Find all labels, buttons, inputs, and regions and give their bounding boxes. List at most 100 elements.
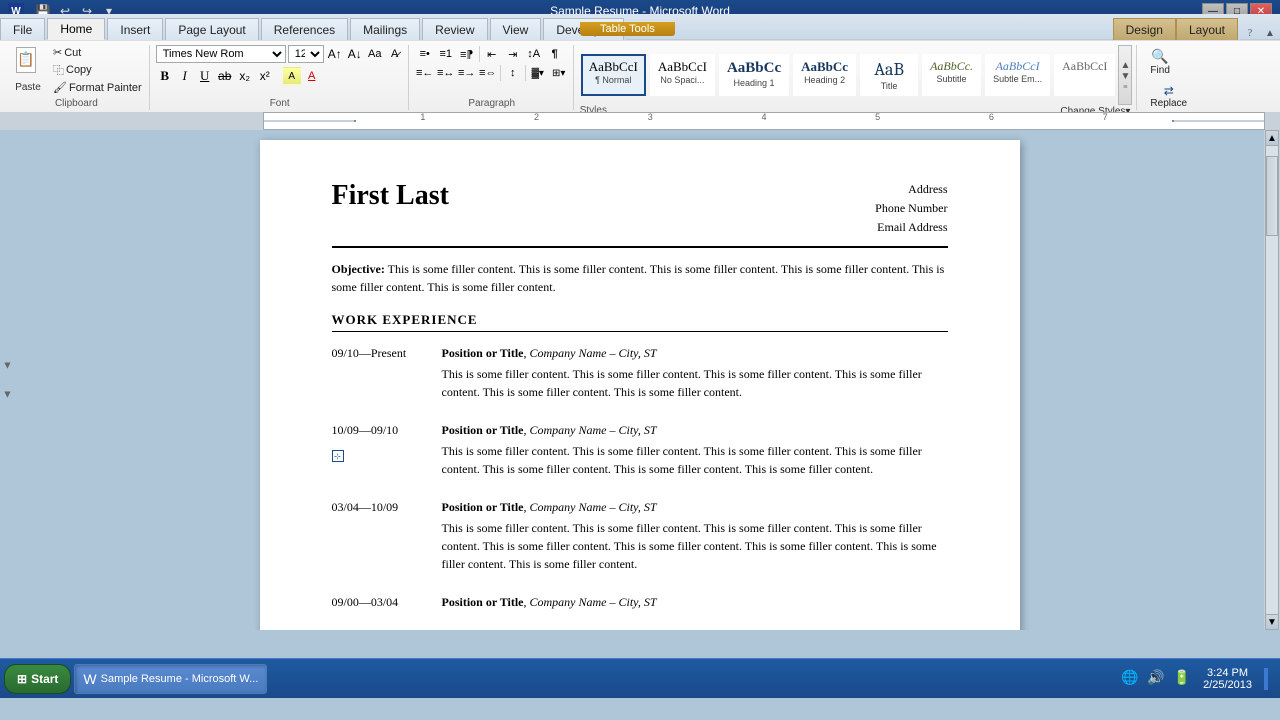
tab-file[interactable]: File bbox=[0, 18, 45, 40]
style-no-spacing[interactable]: AaBbCcI No Spaci... bbox=[650, 54, 715, 97]
work-details-2: Position or Title, Company Name – City, … bbox=[442, 421, 948, 478]
editing-group: 🔍 Find ⇄ Replace ↗ Select Editing bbox=[1139, 45, 1219, 110]
subscript-button[interactable]: x₂ bbox=[236, 67, 254, 85]
italic-button[interactable]: I bbox=[176, 67, 194, 85]
work-title-4: Position or Title, Company Name – City, … bbox=[442, 593, 948, 611]
text-highlight-button[interactable]: A bbox=[283, 67, 301, 85]
windows-icon: ⊞ bbox=[17, 672, 27, 686]
style-more[interactable]: AaBbCcI bbox=[1054, 54, 1115, 97]
tab-layout[interactable]: Layout bbox=[1176, 18, 1238, 40]
resume-contact: Address Phone Number Email Address bbox=[875, 180, 947, 238]
style-more-preview: AaBbCcI bbox=[1062, 59, 1107, 73]
style-no-spacing-preview: AaBbCcI bbox=[658, 59, 707, 75]
style-normal[interactable]: AaBbCcI ¶ Normal bbox=[581, 54, 646, 97]
taskbar: ⊞ Start W Sample Resume - Microsoft W...… bbox=[0, 658, 1280, 698]
work-details-3: Position or Title, Company Name – City, … bbox=[442, 498, 948, 573]
work-desc-3: This is some filler content. This is som… bbox=[442, 519, 948, 573]
align-right-btn[interactable]: ≡→ bbox=[457, 64, 477, 82]
work-entry-4: 09/00—03/04 Position or Title, Company N… bbox=[332, 593, 948, 614]
show-desktop-btn[interactable] bbox=[1264, 668, 1268, 690]
vertical-scrollbar[interactable]: ▲ ▼ bbox=[1264, 130, 1280, 630]
work-details-4: Position or Title, Company Name – City, … bbox=[442, 593, 948, 614]
tab-view[interactable]: View bbox=[490, 18, 542, 40]
bullets-btn[interactable]: ≡• bbox=[415, 45, 435, 63]
multilevel-btn[interactable]: ≡⁋ bbox=[457, 45, 477, 63]
ruler-main[interactable]: 1234567 bbox=[263, 112, 1265, 130]
resume-name: First Last bbox=[332, 180, 449, 212]
style-heading1[interactable]: AaBbCc Heading 1 bbox=[719, 54, 789, 97]
work-title-1: Position or Title, Company Name – City, … bbox=[442, 344, 948, 362]
shading-btn[interactable]: ▓▾ bbox=[528, 64, 548, 82]
bold-button[interactable]: B bbox=[156, 67, 174, 85]
borders-btn[interactable]: ⊞▾ bbox=[549, 64, 569, 82]
work-entry-2: 10/09—09/10 Position or Title, Company N… bbox=[332, 421, 948, 478]
font-label: Font bbox=[156, 98, 404, 110]
work-date-2: 10/09—09/10 bbox=[332, 421, 442, 478]
scroll-thumb[interactable] bbox=[1266, 156, 1278, 236]
work-desc-1: This is some filler content. This is som… bbox=[442, 365, 948, 401]
objective-label: Objective: bbox=[332, 262, 385, 276]
line-spacing-btn[interactable]: ↕ bbox=[503, 64, 523, 82]
font-family-select[interactable]: Times New Rom bbox=[156, 45, 286, 63]
align-left-btn[interactable]: ≡← bbox=[415, 64, 435, 82]
grow-font-btn[interactable]: A↑ bbox=[326, 45, 344, 63]
tab-review[interactable]: Review bbox=[422, 18, 487, 40]
text-effects-btn[interactable]: A̷ bbox=[386, 45, 404, 63]
word-taskbar-btn[interactable]: W Sample Resume - Microsoft W... bbox=[74, 664, 267, 694]
clear-format-btn[interactable]: Aa bbox=[366, 45, 384, 63]
find-button[interactable]: 🔍 Find bbox=[1143, 45, 1176, 79]
work-title-2: Position or Title, Company Name – City, … bbox=[442, 421, 948, 439]
tab-insert[interactable]: Insert bbox=[107, 18, 163, 40]
styles-scroll-btn[interactable]: ▲ ▼ ≡ bbox=[1118, 45, 1132, 105]
speaker-icon[interactable]: 🔊 bbox=[1145, 668, 1167, 690]
ribbon-content: 📋 Paste ✂ Cut ⿻ Copy 🖌 Format Painter bbox=[0, 40, 1280, 112]
show-hide-btn[interactable]: ¶ bbox=[545, 45, 565, 63]
scroll-down-btn[interactable]: ▼ bbox=[1265, 614, 1279, 630]
style-heading2-preview: AaBbCc bbox=[801, 59, 848, 75]
document-area[interactable]: ⊹ First Last Address Phone Number Email … bbox=[15, 130, 1264, 630]
superscript-button[interactable]: x² bbox=[256, 67, 274, 85]
work-entry-3: 03/04—10/09 Position or Title, Company N… bbox=[332, 498, 948, 573]
work-entry-1: 09/10—Present Position or Title, Company… bbox=[332, 344, 948, 401]
sort-btn[interactable]: ↕A bbox=[524, 45, 544, 63]
style-heading1-label: Heading 1 bbox=[734, 78, 775, 88]
replace-button[interactable]: ⇄ Replace bbox=[1143, 81, 1194, 112]
align-center-btn[interactable]: ≡↔ bbox=[436, 64, 456, 82]
format-painter-button[interactable]: 🖌 Format Painter bbox=[50, 80, 145, 95]
tab-design[interactable]: Design bbox=[1113, 18, 1176, 40]
network-icon[interactable]: 🌐 bbox=[1119, 668, 1141, 690]
tab-page-layout[interactable]: Page Layout bbox=[165, 18, 258, 40]
tab-mailings[interactable]: Mailings bbox=[350, 18, 420, 40]
font-color-button[interactable]: A bbox=[303, 67, 321, 85]
work-date-3: 03/04—10/09 bbox=[332, 498, 442, 573]
scroll-track[interactable] bbox=[1265, 146, 1279, 614]
table-move-handle[interactable]: ⊹ bbox=[332, 450, 344, 462]
document-page: ⊹ First Last Address Phone Number Email … bbox=[260, 140, 1020, 630]
style-title[interactable]: AaB Title bbox=[860, 54, 918, 97]
ribbon-minimize-btn[interactable]: ▲ bbox=[1260, 28, 1280, 40]
scroll-up-btn[interactable]: ▲ bbox=[1265, 130, 1279, 146]
tab-home[interactable]: Home bbox=[47, 18, 105, 40]
ruler: 1234567 bbox=[0, 112, 1280, 130]
justify-btn[interactable]: ≡⇔ bbox=[478, 64, 498, 82]
paragraph-label: Paragraph bbox=[415, 98, 569, 110]
start-button[interactable]: ⊞ Start bbox=[4, 664, 71, 694]
style-subtle-emphasis[interactable]: AaBbCcI Subtle Em... bbox=[985, 54, 1050, 97]
decrease-indent-btn[interactable]: ⇤ bbox=[482, 45, 502, 63]
font-size-select[interactable]: 12 bbox=[288, 45, 324, 63]
shrink-font-btn[interactable]: A↓ bbox=[346, 45, 364, 63]
style-title-preview: AaB bbox=[874, 59, 904, 81]
underline-button[interactable]: U bbox=[196, 67, 214, 85]
style-subtitle[interactable]: AaBbCc. Subtitle bbox=[922, 54, 981, 97]
cut-button[interactable]: ✂ Cut bbox=[50, 45, 145, 60]
ribbon-help-btn[interactable]: ? bbox=[1240, 28, 1260, 40]
numbering-btn[interactable]: ≡1 bbox=[436, 45, 456, 63]
copy-button[interactable]: ⿻ Copy bbox=[50, 61, 145, 79]
tab-references[interactable]: References bbox=[261, 18, 348, 40]
style-subtitle-preview: AaBbCc. bbox=[930, 59, 973, 73]
taskbar-clock[interactable]: 3:24 PM 2/25/2013 bbox=[1197, 665, 1258, 693]
paste-button[interactable]: 📋 Paste bbox=[8, 45, 48, 95]
increase-indent-btn[interactable]: ⇥ bbox=[503, 45, 523, 63]
style-heading2[interactable]: AaBbCc Heading 2 bbox=[793, 54, 856, 97]
strikethrough-button[interactable]: ab bbox=[216, 67, 234, 85]
